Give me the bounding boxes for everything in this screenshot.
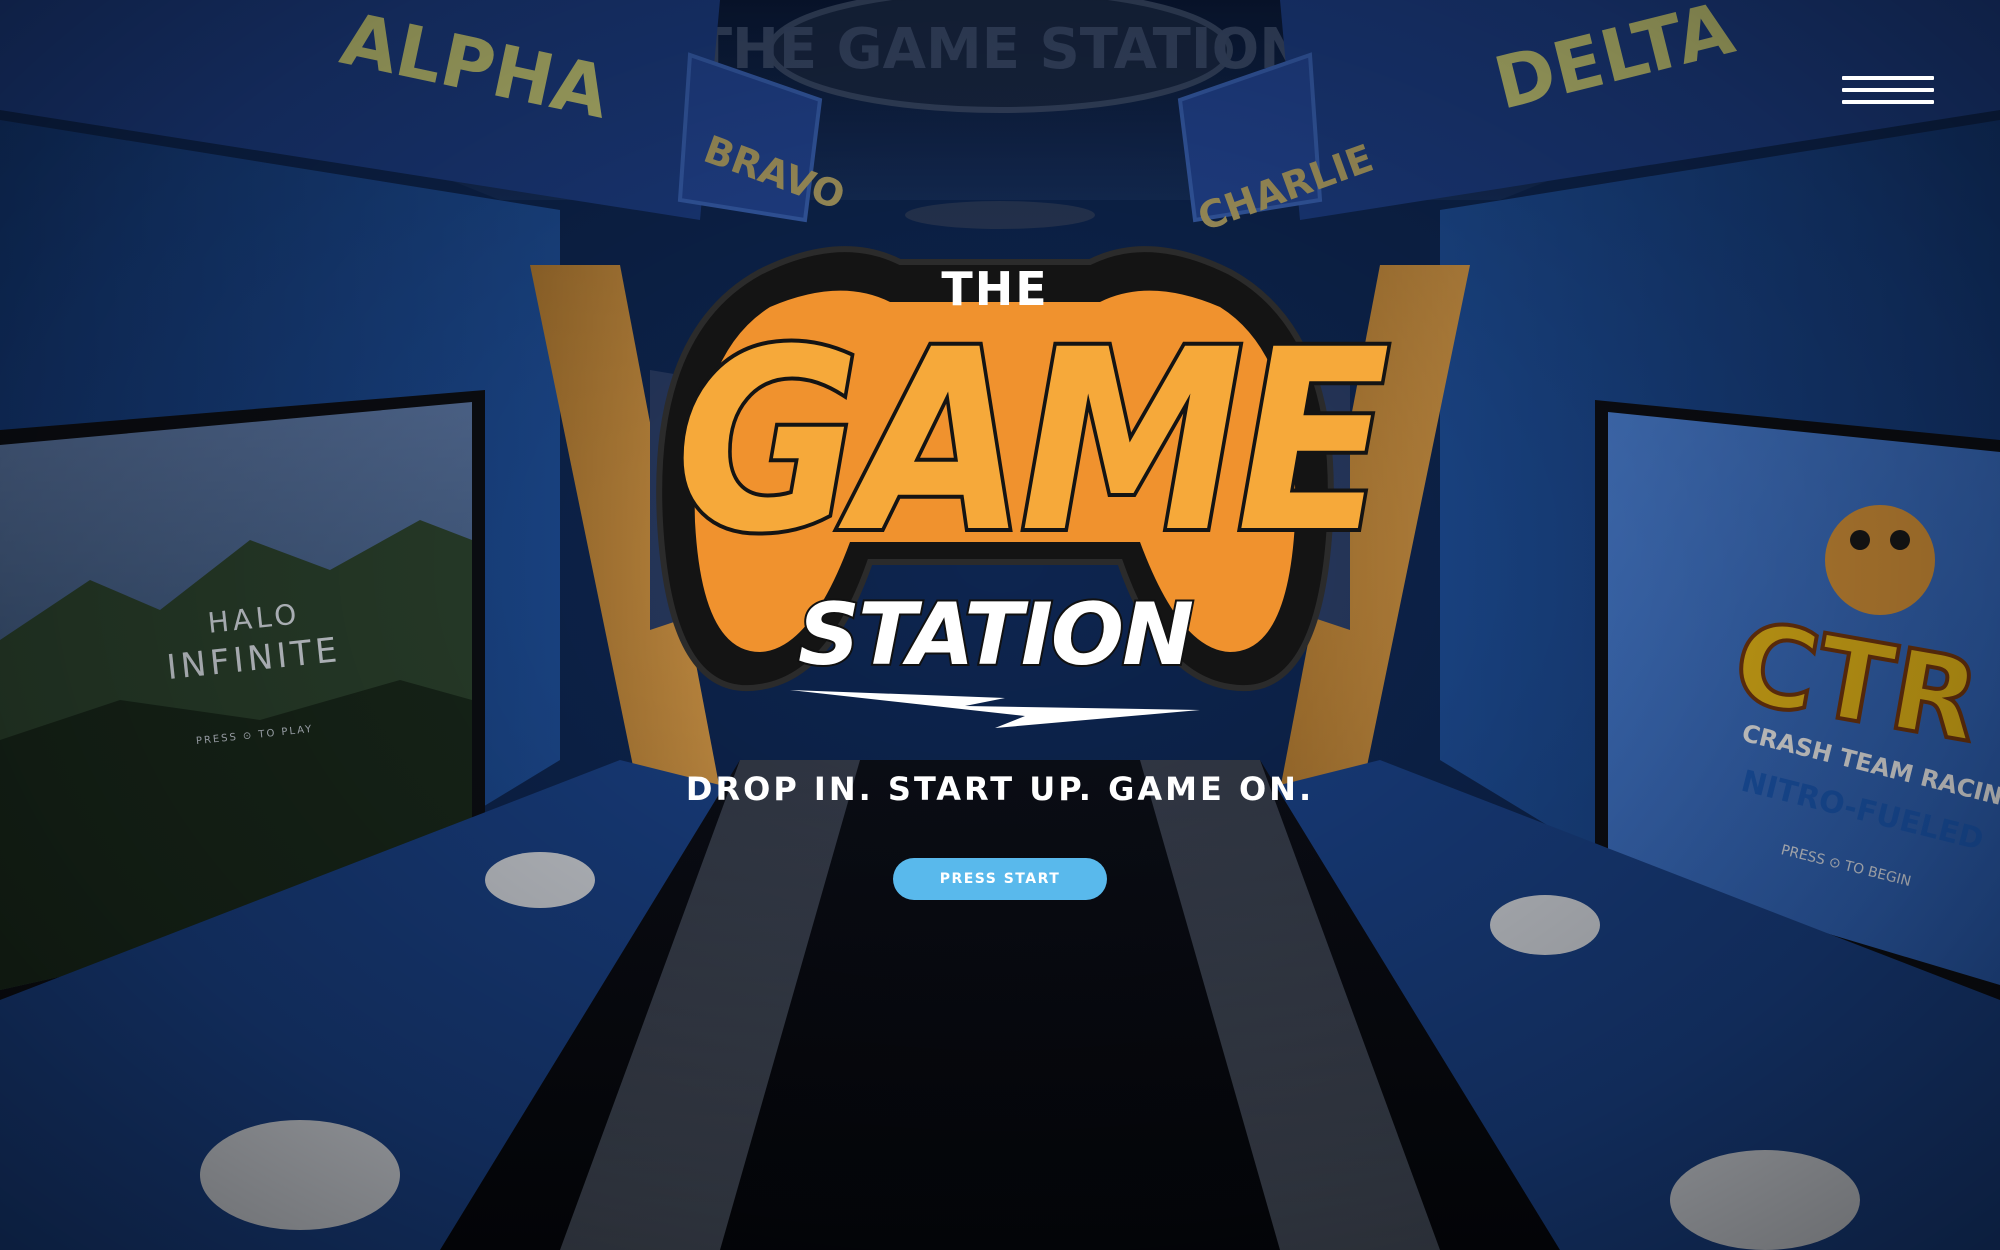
menu-bar-bottom (1842, 100, 1934, 104)
press-start-button[interactable]: PRESS START (893, 858, 1107, 900)
ceiling-logo-text: THE GAME STATION (694, 17, 1306, 82)
lightning-bolt-icon (790, 690, 1200, 728)
menu-bar-top (1842, 76, 1934, 80)
logo-station-text: STATION (796, 585, 1196, 685)
hero-tagline: DROP IN. START UP. GAME ON. (685, 770, 1315, 808)
hero-section: THE GAME STATION ALPHA BRAVO CHARLIE DEL… (0, 0, 2000, 1250)
logo-game-text: GAME (672, 292, 1394, 591)
hamburger-menu-icon[interactable] (1842, 76, 1934, 104)
menu-bar-middle (1842, 88, 1934, 92)
game-station-logo: THE GAME STATION (640, 232, 1394, 732)
